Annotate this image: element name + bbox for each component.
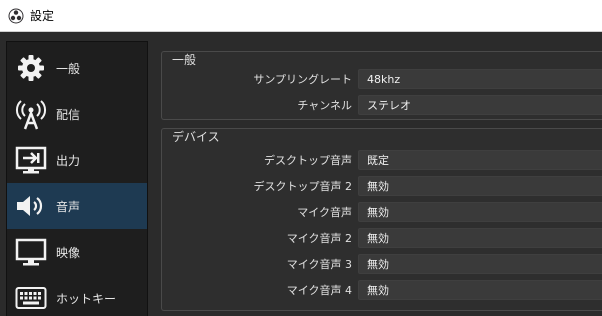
- mic-audio-2-select[interactable]: 無効: [358, 228, 602, 248]
- settings-window: 設定 一般 配信 出力 音声 映像 ホットキー 一般 サンプリングレート 48k…: [0, 0, 602, 316]
- title-divider: [0, 31, 602, 32]
- sidebar-item-label: 映像: [56, 245, 81, 260]
- channels-select[interactable]: ステレオ: [358, 95, 602, 115]
- group-title: デバイス: [172, 130, 220, 144]
- mic-audio-3-select[interactable]: 無効: [358, 254, 602, 274]
- mic-audio-label: マイク音声: [297, 206, 352, 219]
- sample-rate-row: サンプリングレート 48khz: [162, 69, 602, 89]
- gear-icon: [14, 51, 48, 85]
- keyboard-icon: [14, 281, 48, 315]
- group-title: 一般: [172, 53, 197, 67]
- desktop-audio-row: デスクトップ音声 既定: [162, 150, 602, 170]
- sidebar-item-label: 一般: [56, 61, 81, 76]
- sidebar-item-label: ホットキー: [56, 291, 117, 306]
- output-icon: [14, 143, 48, 177]
- mic-audio-2-row: マイク音声 2 無効: [162, 228, 602, 248]
- sample-rate-label: サンプリングレート: [253, 73, 352, 86]
- sidebar-item-label: 出力: [56, 153, 81, 168]
- mic-audio-4-select[interactable]: 無効: [358, 280, 602, 300]
- sample-rate-select[interactable]: 48khz: [358, 69, 602, 89]
- mic-audio-row: マイク音声 無効: [162, 202, 602, 222]
- mic-audio-3-label: マイク音声 3: [286, 258, 352, 271]
- sidebar-item-label: 音声: [56, 199, 81, 214]
- sidebar-item-hotkeys[interactable]: ホットキー: [7, 275, 147, 316]
- channels-label: チャンネル: [297, 99, 352, 112]
- mic-audio-3-row: マイク音声 3 無効: [162, 254, 602, 274]
- sidebar-item-general[interactable]: 一般: [7, 45, 147, 91]
- monitor-icon: [14, 235, 48, 269]
- mic-audio-select[interactable]: 無効: [358, 202, 602, 222]
- audio-settings-panel: 一般 サンプリングレート 48khz チャンネル ステレオ デバイス デスクトッ…: [151, 41, 602, 316]
- desktop-audio-label: デスクトップ音声: [264, 154, 352, 167]
- sidebar-item-output[interactable]: 出力: [7, 137, 147, 183]
- sidebar-item-stream[interactable]: 配信: [7, 91, 147, 137]
- settings-sidebar: 一般 配信 出力 音声 映像 ホットキー: [6, 41, 148, 316]
- mic-audio-4-label: マイク音声 4: [286, 284, 352, 297]
- sidebar-item-video[interactable]: 映像: [7, 229, 147, 275]
- desktop-audio-2-row: デスクトップ音声 2 無効: [162, 176, 602, 196]
- desktop-audio-2-select[interactable]: 無効: [358, 176, 602, 196]
- obs-logo-icon: [8, 8, 24, 23]
- sidebar-item-label: 配信: [56, 107, 81, 122]
- title-bar: 設定: [0, 0, 602, 31]
- desktop-audio-select[interactable]: 既定: [358, 150, 602, 170]
- devices-group: デバイス デスクトップ音声 既定 デスクトップ音声 2 無効 マイク音声 無効 …: [161, 128, 602, 311]
- antenna-icon: [14, 97, 48, 131]
- channels-row: チャンネル ステレオ: [162, 95, 602, 115]
- mic-audio-2-label: マイク音声 2: [286, 232, 352, 245]
- sidebar-item-audio[interactable]: 音声: [7, 183, 147, 229]
- desktop-audio-2-label: デスクトップ音声 2: [253, 180, 353, 193]
- window-title: 設定: [30, 9, 55, 23]
- speaker-icon: [14, 189, 48, 223]
- mic-audio-4-row: マイク音声 4 無効: [162, 280, 602, 300]
- general-group: 一般 サンプリングレート 48khz チャンネル ステレオ: [161, 51, 602, 120]
